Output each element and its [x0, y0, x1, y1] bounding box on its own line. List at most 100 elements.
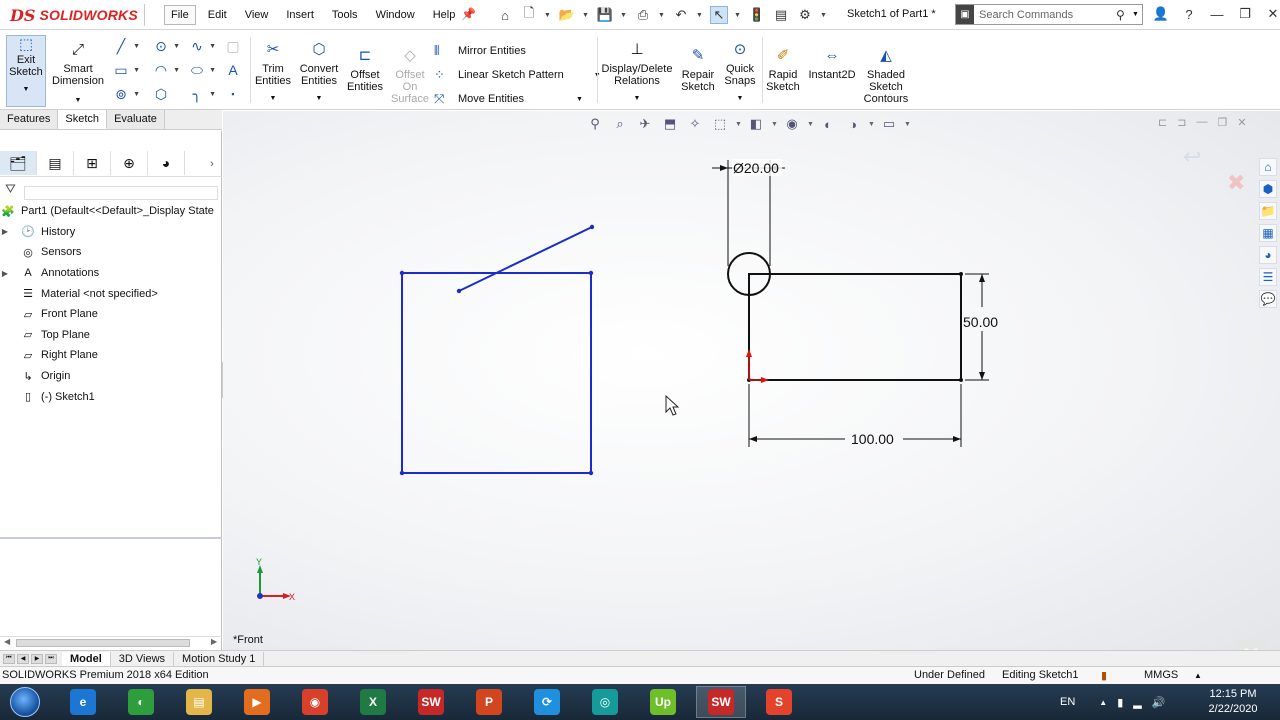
fillet-icon[interactable]: ╮ ▼ [188, 85, 216, 103]
edit-appearance-icon[interactable]: ◐ [818, 115, 838, 133]
next-tab-icon[interactable]: ▶ [31, 653, 43, 664]
tab-evaluate[interactable]: Evaluate [107, 110, 165, 129]
print-dropdown-icon[interactable]: ▼ [658, 12, 666, 19]
new-dropdown-icon[interactable]: ▼ [544, 12, 552, 19]
taskbar-excel[interactable]: X [348, 686, 398, 718]
configuration-manager-icon[interactable]: ⊞ [74, 151, 111, 175]
smart-dimension-dropdown-icon[interactable]: ▼ [75, 95, 82, 107]
tab-sketch[interactable]: Sketch [58, 110, 108, 129]
menu-window[interactable]: Window [370, 6, 421, 24]
scroll-thumb[interactable] [16, 639, 190, 647]
view-settings-icon[interactable]: ▭ [879, 115, 899, 133]
diameter-dimension-label[interactable]: Ø20.00 [733, 160, 779, 176]
network-icon[interactable]: ▮ [1117, 696, 1123, 709]
scene-dropdown-icon[interactable]: ▼ [868, 121, 875, 128]
tree-item[interactable]: ☰ Material <not specified> [0, 283, 222, 304]
taskbar-sync-app[interactable]: ⟳ [522, 686, 572, 718]
slot-icon[interactable]: ⊚ ▼ [112, 85, 140, 103]
solidworks-logo[interactable]: DS SOLIDWORKS [10, 4, 138, 26]
home-icon[interactable]: ⌂ [496, 6, 514, 24]
relations-dropdown-icon[interactable]: ▼ [634, 93, 641, 105]
shaded-sketch-contours-button[interactable]: ◭ Shaded Sketch Contours [860, 45, 912, 105]
quick-snaps-dropdown-icon[interactable]: ▼ [737, 93, 744, 105]
view-palette-icon[interactable]: ▦ [1259, 224, 1277, 242]
search-commands-icon[interactable]: ▣ [956, 5, 974, 24]
search-dropdown-icon[interactable]: ▼ [1132, 11, 1142, 18]
filter-icon[interactable]: ⛛ [5, 181, 16, 197]
display-style-icon[interactable]: ◧ [746, 115, 766, 133]
smart-dimension-button[interactable]: ⤢ Smart Dimension ▼ [52, 39, 104, 107]
taskbar-s-app[interactable]: S [754, 686, 804, 718]
pin-icon[interactable]: 📌 [461, 7, 476, 21]
repair-sketch-button[interactable]: ✎ Repair Sketch [678, 45, 718, 93]
options-dropdown-icon[interactable]: ▼ [820, 12, 828, 19]
appearances-icon[interactable]: ◕ [1259, 246, 1277, 264]
exit-sketch-dropdown-icon[interactable]: ▼ [23, 84, 30, 96]
under-defined-square[interactable] [401, 226, 593, 474]
taskbar-video-app[interactable]: ◎ [580, 686, 630, 718]
section-view-icon[interactable]: ⬒ [660, 115, 680, 133]
tree-item[interactable]: ▯ (-) Sketch1 [0, 386, 222, 407]
scroll-right-icon[interactable]: ▶ [211, 637, 217, 646]
forum-icon[interactable]: 💬 [1259, 290, 1277, 308]
open-folder-icon[interactable]: 📂 [558, 6, 576, 24]
taskbar-upwork[interactable]: Up [638, 686, 688, 718]
rollback-bar[interactable] [0, 537, 222, 539]
menu-help[interactable]: Help [427, 6, 462, 24]
apply-scene-icon[interactable]: ◑ [843, 115, 863, 133]
height-dimension-label[interactable]: 50.00 [963, 314, 998, 330]
tab-model[interactable]: Model [62, 651, 111, 666]
tile-right-icon[interactable]: ⊐ [1177, 116, 1186, 129]
offset-entities-button[interactable]: ⊏ Offset Entities [344, 45, 386, 93]
sloped-line[interactable] [458, 226, 593, 292]
display-delete-relations-button[interactable]: ⊥ Display/Delete Relations ▼ [601, 39, 673, 105]
view-orientation-icon[interactable]: ⬚ [710, 115, 730, 133]
file-explorer-icon[interactable]: 📁 [1259, 202, 1277, 220]
zoom-to-fit-icon[interactable]: ⚲ [585, 115, 605, 133]
taskbar-powerpoint[interactable]: P [464, 686, 514, 718]
print-icon[interactable]: ⎙ [634, 6, 652, 24]
design-library-icon[interactable]: ⬢ [1259, 180, 1277, 198]
options-gear-icon[interactable]: ⚙ [796, 6, 814, 24]
mirror-entities-button[interactable]: ⫴ Mirror Entities [434, 39, 601, 63]
quick-snaps-button[interactable]: ⊙ Quick Snaps ▼ [722, 39, 758, 105]
save-dropdown-icon[interactable]: ▼ [620, 12, 628, 19]
previous-view-icon[interactable]: ✈ [635, 115, 655, 133]
prev-tab-icon[interactable]: ◀ [17, 653, 29, 664]
view-orientation-dropdown-icon[interactable]: ▼ [735, 121, 742, 128]
offset-on-surface-button[interactable]: ◇ Offset On Surface [390, 45, 430, 105]
volume-icon[interactable]: 🔊 [1152, 696, 1166, 709]
minimize-icon[interactable]: — [1206, 3, 1228, 25]
convert-entities-button[interactable]: ⬡ Convert Entities ▼ [297, 39, 341, 105]
taskbar-media-player[interactable]: ▶ [232, 686, 282, 718]
tab-motion-study[interactable]: Motion Study 1 [174, 651, 265, 666]
expand-arrow-icon[interactable]: ▶ [0, 269, 10, 278]
select-dropdown-icon[interactable]: ▼ [734, 12, 742, 19]
instant2d-button[interactable]: ⇔ Instant2D [806, 45, 858, 81]
move-entities-button[interactable]: ⤧ Move Entities ▼ [434, 87, 601, 111]
user-account-icon[interactable]: 👤 [1150, 3, 1172, 25]
expand-arrow-icon[interactable]: ▶ [0, 227, 10, 236]
tree-item[interactable]: ▱ Front Plane [0, 304, 222, 325]
last-tab-icon[interactable]: ⏭ [45, 653, 57, 664]
taskbar-chrome-like[interactable]: ◐ [116, 686, 166, 718]
tree-horizontal-scrollbar[interactable]: ◀ ▶ [0, 636, 222, 648]
tree-item[interactable]: ▶ 🕑 History [0, 222, 222, 243]
dimxpert-manager-icon[interactable]: ⊕ [111, 151, 148, 175]
hide-show-items-icon[interactable]: ◉ [782, 115, 802, 133]
square-outline[interactable] [401, 272, 592, 474]
tree-item[interactable]: ◎ Sensors [0, 242, 222, 263]
menu-edit[interactable]: Edit [202, 6, 233, 24]
polygon-icon[interactable]: ⬡ [152, 85, 170, 103]
taskbar-file-explorer[interactable]: ▤ [174, 686, 224, 718]
arc-icon[interactable]: ◠ ▼ [152, 61, 180, 79]
circle-icon[interactable]: ⊙ ▼ [152, 37, 180, 55]
menu-insert[interactable]: Insert [280, 6, 320, 24]
custom-properties-icon[interactable]: ☰ [1259, 268, 1277, 286]
trim-dropdown-icon[interactable]: ▼ [270, 93, 277, 105]
start-button[interactable] [5, 686, 45, 718]
graphics-area[interactable]: Ø20.00 50.00 100.00 Y X [223, 111, 1280, 651]
display-style-dropdown-icon[interactable]: ▼ [771, 121, 778, 128]
scroll-left-icon[interactable]: ◀ [4, 637, 10, 646]
show-hidden-icons-icon[interactable]: ▲ [1099, 698, 1107, 707]
